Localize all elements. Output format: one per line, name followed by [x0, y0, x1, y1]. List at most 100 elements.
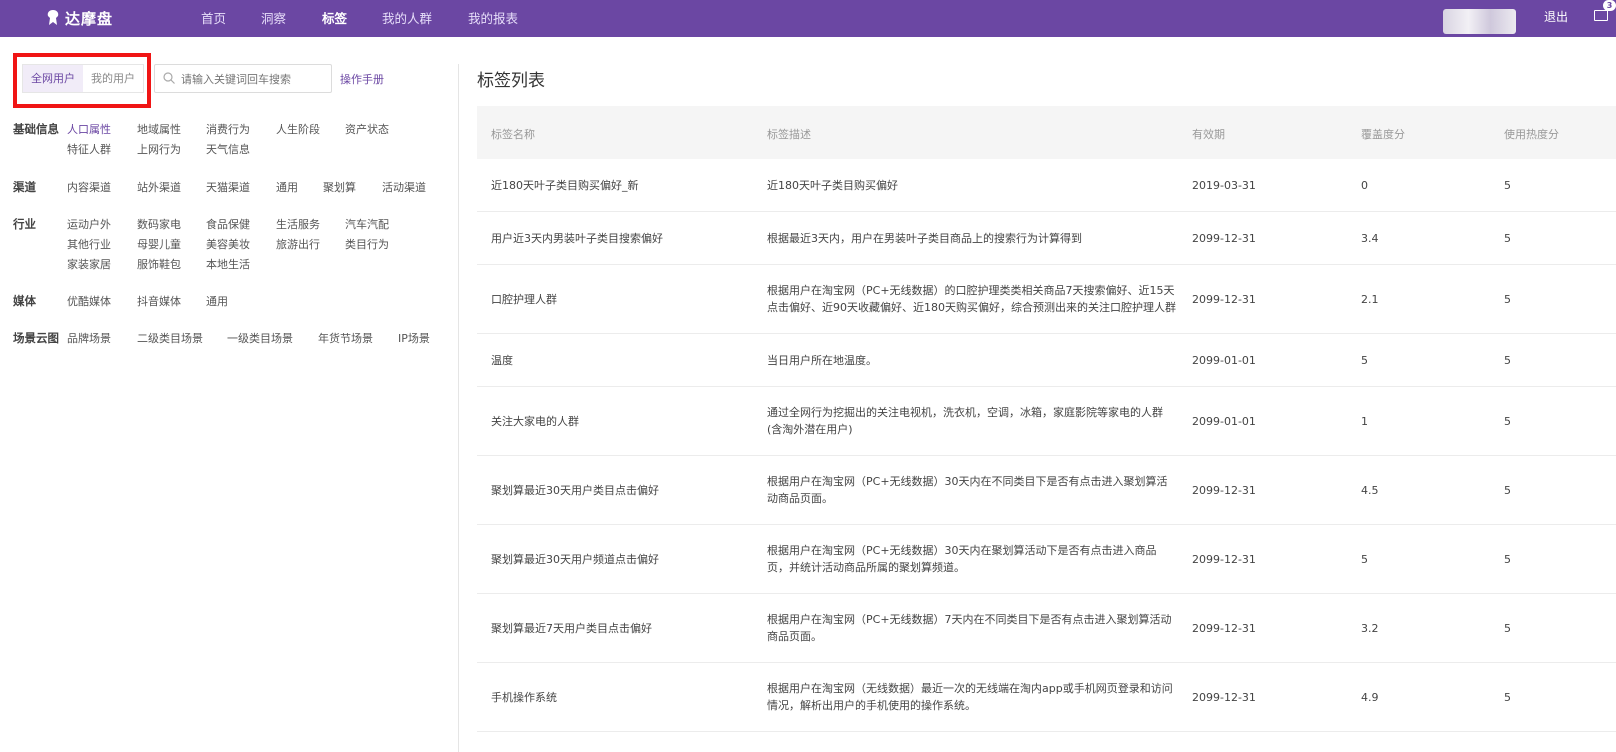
tag-desc: 根据用户在淘宝网（PC+无线数据）7天内在不同类目下是否有点击进入聚划算活动商品… [767, 613, 1172, 643]
table-header: 标签名称 标签描述 有效期 覆盖度分 使用热度分 [477, 106, 1616, 159]
toggle-my-users[interactable]: 我的用户 [83, 65, 143, 92]
mail-icon[interactable] [1594, 10, 1608, 21]
tag-desc: 通过全网行为挖掘出的关注电视机，洗衣机，空调，冰箱，家庭影院等家电的人群(含淘外… [767, 406, 1163, 436]
table-row[interactable]: 近180天叶子类目购买偏好_新 近180天叶子类目购买偏好 2019-03-31… [477, 159, 1616, 212]
tag-category-item[interactable]: 服饰鞋包 [137, 256, 181, 272]
tag-expiry: 2099-01-01 [1192, 354, 1256, 367]
tag-name[interactable]: 近180天叶子类目购买偏好_新 [491, 177, 639, 194]
tag-desc: 根据用户在淘宝网（PC+无线数据）30天内在不同类目下是否有点击进入聚划算活动商… [767, 475, 1168, 505]
tag-heat: 5 [1504, 622, 1511, 635]
tag-category-item[interactable]: 内容渠道 [67, 179, 111, 195]
table-row[interactable]: 用户近3天内男装叶子类目搜索偏好 根据最近3天内，用户在男装叶子类目商品上的搜索… [477, 212, 1616, 265]
tag-category-item[interactable]: 抖音媒体 [137, 293, 181, 309]
tag-category-item[interactable]: 人生阶段 [276, 121, 320, 137]
category-label-basic: 基础信息 [13, 122, 59, 136]
panel-divider [458, 64, 459, 752]
table-row[interactable]: 聚划算最近30天用户频道点击偏好 根据用户在淘宝网（PC+无线数据）30天内在聚… [477, 525, 1616, 594]
tag-name[interactable]: 关注大家电的人群 [491, 413, 579, 430]
category-label-channel: 渠道 [13, 180, 36, 194]
tag-category-item[interactable]: 地域属性 [137, 121, 181, 137]
logo[interactable]: 达摩盘 [46, 7, 113, 29]
nav-my-audience[interactable]: 我的人群 [382, 8, 432, 27]
tag-name[interactable]: 温度 [491, 352, 513, 369]
tag-category-item[interactable]: 类目行为 [345, 236, 389, 252]
tag-name[interactable]: 聚划算最近7天用户类目点击偏好 [491, 620, 652, 637]
tag-category-item[interactable]: 资产状态 [345, 121, 389, 137]
tag-category-item[interactable]: 旅游出行 [276, 236, 320, 252]
nav-tags[interactable]: 标签 [322, 8, 347, 27]
tag-category-item[interactable]: 年货节场景 [318, 330, 373, 346]
tag-expiry: 2099-12-31 [1192, 622, 1256, 635]
tag-category-item[interactable]: 美容美妆 [206, 236, 250, 252]
table-row[interactable]: 聚划算最近30天用户类目点击偏好 根据用户在淘宝网（PC+无线数据）30天内在不… [477, 456, 1616, 525]
tag-category-item[interactable]: 站外渠道 [137, 179, 181, 195]
tag-category-item[interactable]: 二级类目场景 [137, 330, 203, 346]
tag-coverage: 3.4 [1361, 232, 1379, 245]
tag-category-item[interactable]: 其他行业 [67, 236, 111, 252]
avatar[interactable] [1443, 9, 1516, 34]
tag-category-item[interactable]: 运动户外 [67, 216, 111, 232]
table-row[interactable]: 手机操作系统 根据用户在淘宝网（无线数据）最近一次的无线端在淘内app或手机网页… [477, 663, 1616, 732]
tag-name[interactable]: 聚划算最近30天用户类目点击偏好 [491, 482, 659, 499]
logout-link[interactable]: 退出 [1544, 8, 1568, 25]
tag-category-item[interactable]: 人口属性 [67, 121, 111, 137]
tag-category-item[interactable]: 通用 [206, 293, 228, 309]
tag-category-item[interactable]: IP场景 [398, 330, 430, 346]
tag-category-item[interactable]: 通用 [276, 179, 298, 195]
tag-category-item[interactable]: 本地生活 [206, 256, 250, 272]
tag-expiry: 2099-12-31 [1192, 691, 1256, 704]
category-label-media: 媒体 [13, 294, 36, 308]
search-input[interactable] [181, 69, 327, 89]
tag-category-item[interactable]: 品牌场景 [67, 330, 111, 346]
column-header-name: 标签名称 [491, 128, 535, 141]
tag-name[interactable]: 用户近3天内男装叶子类目搜索偏好 [491, 230, 663, 247]
category-label-industry: 行业 [13, 217, 36, 231]
user-scope-toggle: 全网用户 我的用户 [22, 64, 144, 93]
tag-category-item[interactable]: 生活服务 [276, 216, 320, 232]
tag-category-item[interactable]: 食品保健 [206, 216, 250, 232]
tag-category-item[interactable]: 母婴儿童 [137, 236, 181, 252]
tag-coverage: 1 [1361, 415, 1368, 428]
tag-name[interactable]: 手机操作系统 [491, 689, 557, 706]
tag-category-item[interactable]: 天猫渠道 [206, 179, 250, 195]
tag-expiry: 2099-12-31 [1192, 484, 1256, 497]
tag-category-item[interactable]: 活动渠道 [382, 179, 426, 195]
tag-category-item[interactable]: 家装家居 [67, 256, 111, 272]
tag-category-item[interactable]: 汽车汽配 [345, 216, 389, 232]
tag-category-item[interactable]: 数码家电 [137, 216, 181, 232]
search-icon [163, 72, 175, 84]
table-row[interactable]: 聚划算最近7天用户类目点击偏好 根据用户在淘宝网（PC+无线数据）7天内在不同类… [477, 594, 1616, 663]
tag-name[interactable]: 口腔护理人群 [491, 291, 557, 308]
tag-category-item[interactable]: 特征人群 [67, 141, 111, 157]
tag-coverage: 4.5 [1361, 484, 1379, 497]
tag-coverage: 3.2 [1361, 622, 1379, 635]
logo-icon [47, 10, 59, 25]
tag-expiry: 2099-01-01 [1192, 415, 1256, 428]
tag-desc: 根据用户在淘宝网（无线数据）最近一次的无线端在淘内app或手机网页登录和访问情况… [767, 682, 1173, 712]
tag-category-item[interactable]: 优酷媒体 [67, 293, 111, 309]
nav-home[interactable]: 首页 [201, 8, 226, 27]
search-box [154, 64, 332, 93]
tag-heat: 5 [1504, 232, 1511, 245]
table-row[interactable]: 温度 当日用户所在地温度。 2099-01-01 5 5 [477, 334, 1616, 387]
column-header-expiry: 有效期 [1192, 128, 1225, 141]
tag-category-item[interactable]: 上网行为 [137, 141, 181, 157]
table-row[interactable]: 关注大家电的人群 通过全网行为挖掘出的关注电视机，洗衣机，空调，冰箱，家庭影院等… [477, 387, 1616, 456]
tag-name[interactable]: 聚划算最近30天用户频道点击偏好 [491, 551, 659, 568]
page-title: 标签列表 [477, 71, 545, 91]
tag-category-item[interactable]: 天气信息 [206, 141, 250, 157]
tag-expiry: 2019-03-31 [1192, 179, 1256, 192]
table-row[interactable]: 口腔护理人群 根据用户在淘宝网（PC+无线数据）的口腔护理类类相关商品7天搜索偏… [477, 265, 1616, 334]
tag-category-item[interactable]: 一级类目场景 [227, 330, 293, 346]
tag-category-item[interactable]: 聚划算 [323, 179, 356, 195]
manual-link[interactable]: 操作手册 [340, 71, 384, 87]
nav-insight[interactable]: 洞察 [261, 8, 286, 27]
tag-heat: 5 [1504, 293, 1511, 306]
tag-desc: 根据用户在淘宝网（PC+无线数据）的口腔护理类类相关商品7天搜索偏好、近15天点… [767, 284, 1176, 314]
tag-coverage: 4.9 [1361, 691, 1379, 704]
toggle-all-users[interactable]: 全网用户 [23, 65, 83, 92]
tag-heat: 5 [1504, 484, 1511, 497]
nav-my-reports[interactable]: 我的报表 [468, 8, 518, 27]
tag-category-item[interactable]: 消费行为 [206, 121, 250, 137]
tag-heat: 5 [1504, 179, 1511, 192]
